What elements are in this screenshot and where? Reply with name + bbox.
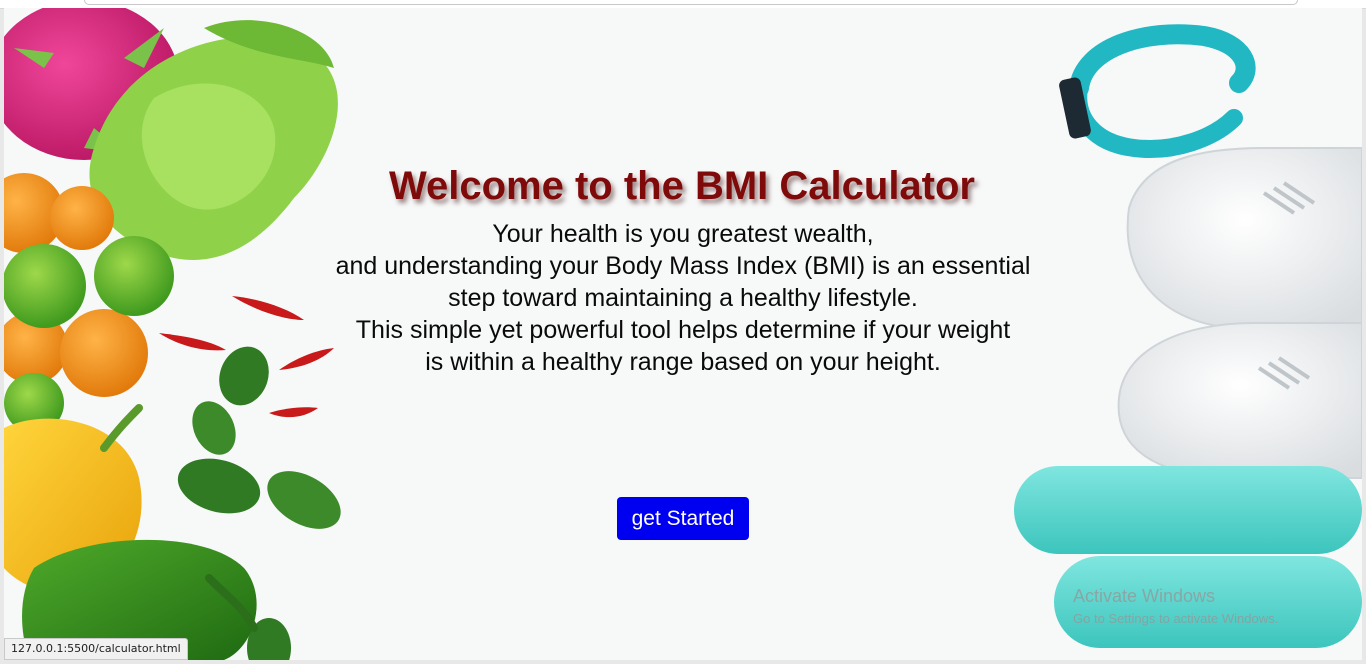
- status-bar-url: 127.0.0.1:5500/calculator.html: [4, 638, 188, 660]
- intro-line-2: and understanding your Body Mass Index (…: [335, 252, 1031, 280]
- watermark-subtitle: Go to Settings to activate Windows.: [1073, 611, 1279, 626]
- windows-activation-watermark: Activate Windows Go to Settings to activ…: [1073, 586, 1278, 626]
- intro-paragraph: Your health is you greatest wealth, and …: [4, 218, 1362, 378]
- page-viewport: Welcome to the BMI Calculator Your healt…: [4, 8, 1362, 660]
- get-started-button[interactable]: get Started: [617, 497, 749, 540]
- watermark-title: Activate Windows: [1073, 586, 1216, 606]
- browser-address-strip: [84, 0, 1298, 5]
- intro-line-3: step toward maintaining a healthy lifest…: [448, 284, 918, 312]
- intro-line-4: This simple yet powerful tool helps dete…: [355, 316, 1011, 344]
- fitness-band: [1059, 24, 1256, 158]
- page-title: Welcome to the BMI Calculator: [388, 164, 975, 208]
- intro-line-5: is within a healthy range based on your …: [425, 348, 941, 376]
- intro-line-1: Your health is you greatest wealth,: [492, 220, 874, 248]
